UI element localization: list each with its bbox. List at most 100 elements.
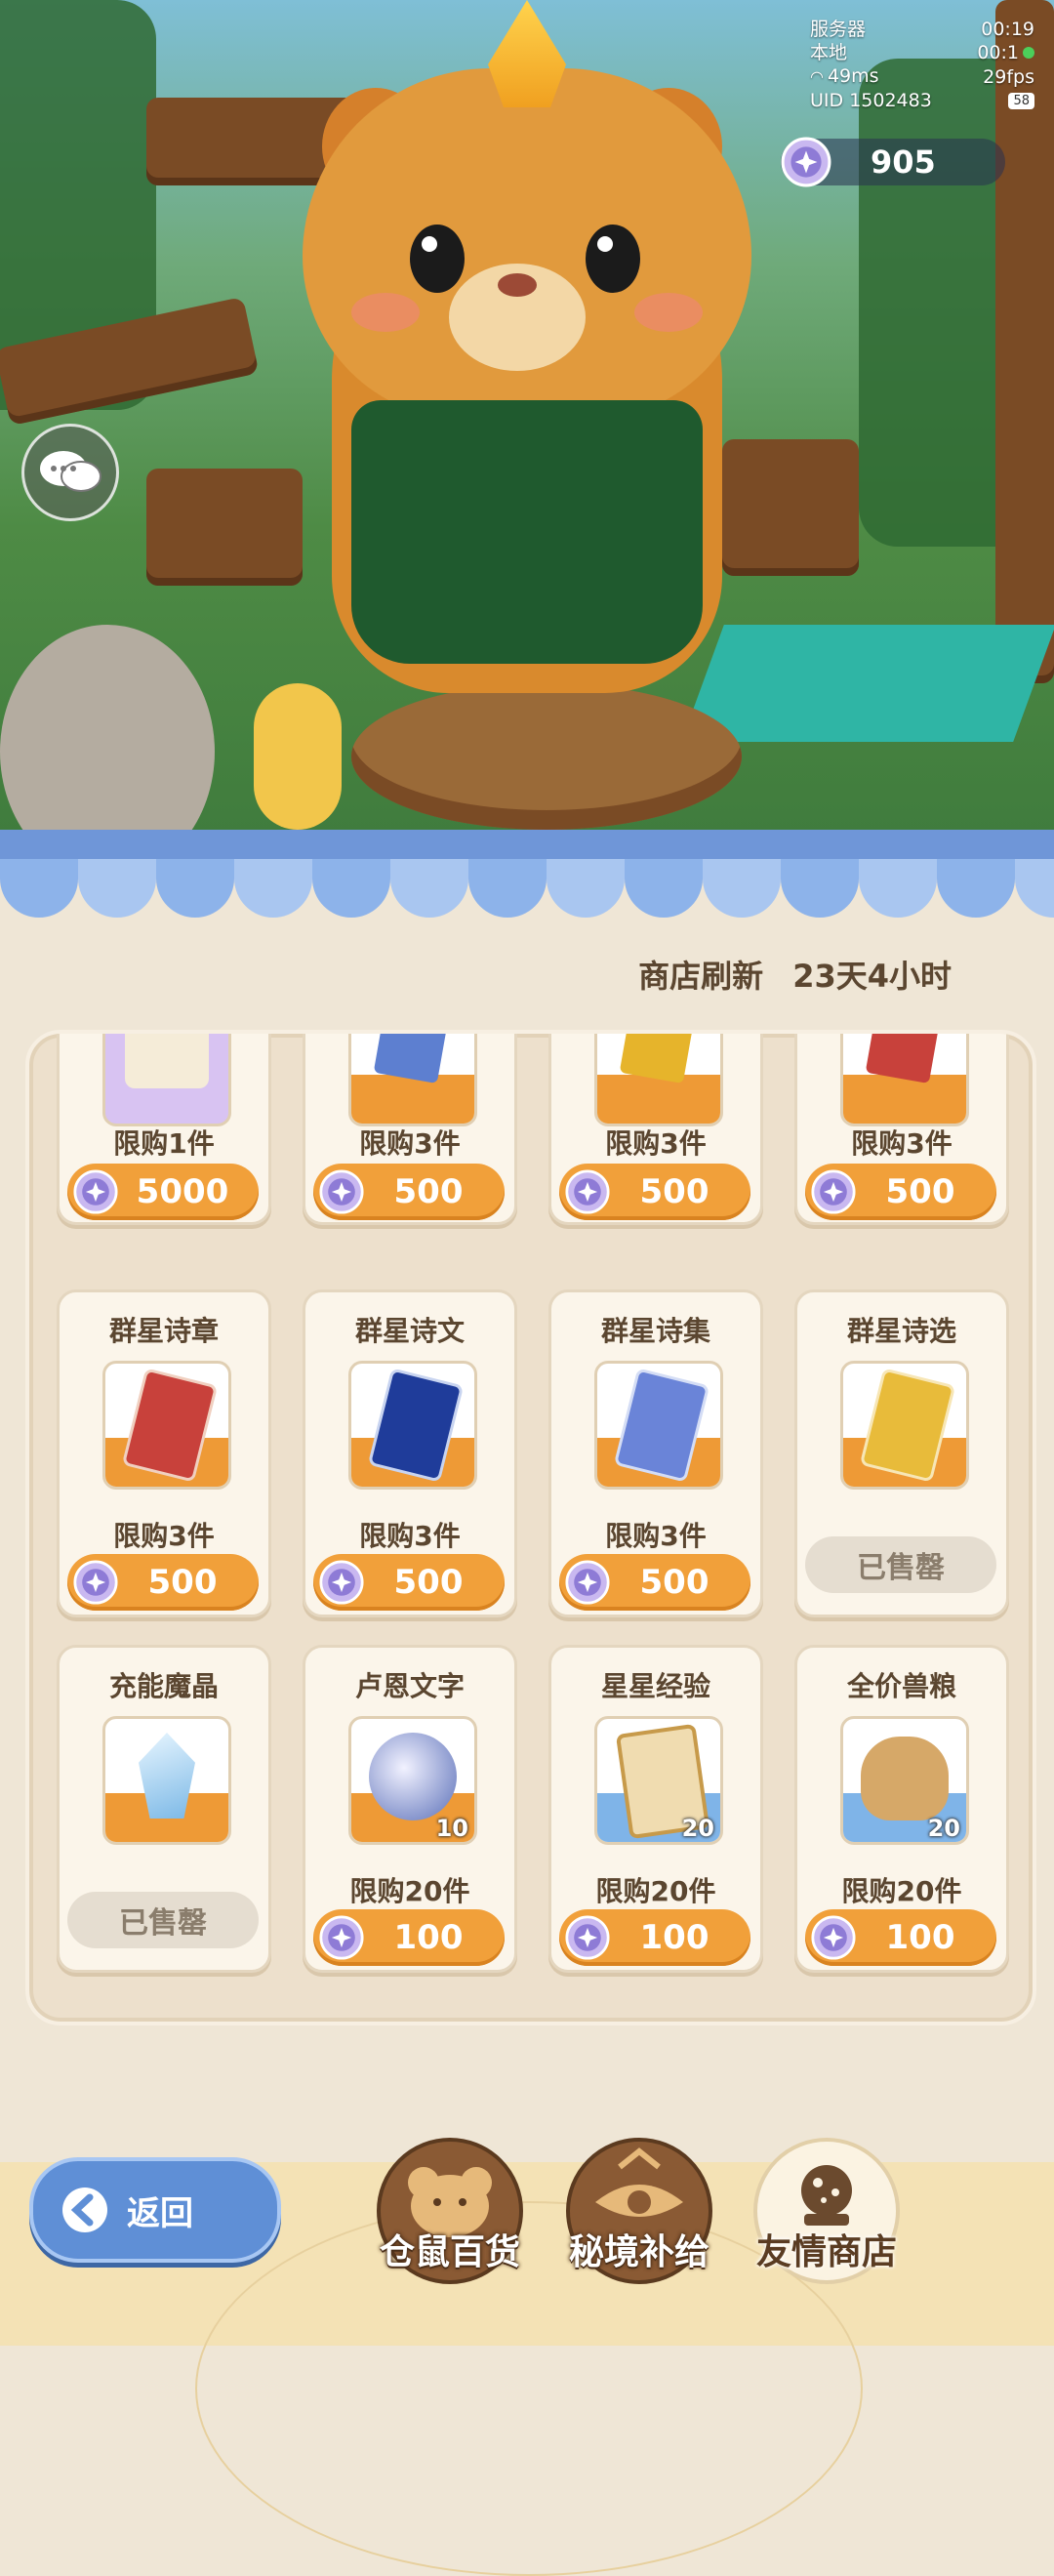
price-value: 500 xyxy=(639,1563,709,1602)
price-value: 500 xyxy=(639,1172,709,1211)
tab-label: 秘境补给 xyxy=(568,2232,709,2272)
tab-label: 友情商店 xyxy=(755,2232,897,2272)
hud-badge: 58 xyxy=(1008,92,1034,109)
shop-item-card[interactable]: 群星诗选 已售罄 xyxy=(794,1289,1009,1617)
purchase-limit: 限购1件 xyxy=(113,1127,215,1160)
price-value: 500 xyxy=(147,1563,218,1602)
purchase-limit: 限购3件 xyxy=(113,1520,215,1552)
shop-item-grid[interactable]: 限购1件 5000 限购3件 500 限购3件 500 限购3件 500 群星诗… xyxy=(25,1030,1036,2025)
uid-label: UID xyxy=(810,90,844,111)
star-coin-icon xyxy=(811,1169,856,1214)
buy-button[interactable]: 500 xyxy=(313,1554,505,1611)
star-coin-icon xyxy=(319,1560,364,1605)
server-label: 服务器 xyxy=(810,19,867,40)
price-value: 100 xyxy=(639,1918,709,1957)
item-name: 群星诗文 xyxy=(354,1315,465,1347)
shop-item-card[interactable]: 群星诗章 限购3件 500 xyxy=(57,1289,271,1617)
currency-display: 905 xyxy=(781,137,1005,187)
item-quantity: 20 xyxy=(927,1815,960,1842)
back-label: 返回 xyxy=(127,2193,193,2233)
star-coin-icon xyxy=(319,1915,364,1960)
shop-item-card[interactable]: 限购1件 5000 xyxy=(57,1034,271,1225)
back-button[interactable]: 返回 xyxy=(29,2157,281,2263)
item-quantity: 10 xyxy=(435,1815,468,1842)
buy-button[interactable]: 500 xyxy=(559,1164,750,1220)
status-dot-icon xyxy=(1023,47,1034,59)
uid-value: 1502483 xyxy=(849,90,932,111)
card-blue-icon xyxy=(348,1034,477,1126)
purchase-limit: 限购20件 xyxy=(595,1875,716,1907)
shop-item-card[interactable]: 群星诗集 限购3件 500 xyxy=(548,1289,763,1617)
buy-button[interactable]: 5000 xyxy=(67,1164,259,1220)
tab-label: 仓鼠百货 xyxy=(379,2232,520,2272)
currency-amount: 905 xyxy=(871,143,936,181)
buy-button[interactable]: 500 xyxy=(805,1164,996,1220)
sold-out-label: 已售罄 xyxy=(805,1536,996,1593)
purchase-limit: 限购20件 xyxy=(841,1875,962,1907)
tab-hamster-store[interactable]: 仓鼠百货 xyxy=(377,2138,523,2284)
buy-button[interactable]: 100 xyxy=(313,1909,505,1966)
refresh-label: 商店刷新 xyxy=(638,958,764,995)
shop-item-card[interactable]: 充能魔晶 已售罄 xyxy=(57,1645,271,1973)
buy-button[interactable]: 500 xyxy=(559,1554,750,1611)
item-name: 充能魔晶 xyxy=(108,1670,219,1702)
shop-item-card[interactable]: 星星经验 20 限购20件 100 xyxy=(548,1645,763,1973)
shop-awning xyxy=(0,830,1054,918)
buy-button[interactable]: 100 xyxy=(805,1909,996,1966)
star-coin-icon xyxy=(811,1915,856,1960)
shop-item-card[interactable]: 限购3件 500 xyxy=(548,1034,763,1225)
purchase-limit: 限购3件 xyxy=(359,1127,461,1160)
star-card-icon: 20 xyxy=(594,1716,723,1845)
card-periwinkle-icon xyxy=(594,1361,723,1490)
buy-button[interactable]: 500 xyxy=(67,1554,259,1611)
star-coin-icon xyxy=(565,1915,610,1960)
local-label: 本地 xyxy=(810,42,848,63)
back-arrow-icon xyxy=(59,2184,111,2236)
purchase-limit: 限购20件 xyxy=(349,1875,470,1907)
shop-item-card[interactable]: 全价兽粮 20 限购20件 100 xyxy=(794,1645,1009,1973)
shop-refresh-timer: 商店刷新 23天4小时 xyxy=(0,952,1054,997)
local-time: 00:1 xyxy=(977,42,1019,63)
star-coin-icon xyxy=(73,1169,118,1214)
ping-value: 49ms xyxy=(827,65,879,87)
tab-friendship-shop[interactable]: 友情商店 xyxy=(753,2138,900,2284)
chat-button[interactable] xyxy=(21,424,119,521)
server-time: 00:19 xyxy=(981,19,1034,40)
shop-item-card[interactable]: 群星诗文 限购3件 500 xyxy=(303,1289,517,1617)
item-name: 全价兽粮 xyxy=(846,1670,956,1702)
purchase-limit: 限购3件 xyxy=(605,1520,707,1552)
tab-secret-supply[interactable]: 秘境补给 xyxy=(566,2138,712,2284)
purchase-limit: 限购3件 xyxy=(851,1127,953,1160)
chat-bubble-icon xyxy=(40,451,101,492)
star-coin-icon xyxy=(73,1560,118,1605)
item-name: 卢恩文字 xyxy=(354,1670,465,1702)
card-yellow-icon xyxy=(840,1361,969,1490)
crystal-icon xyxy=(102,1716,231,1845)
price-value: 500 xyxy=(393,1563,464,1602)
shop-item-card[interactable]: 卢恩文字 10 限购20件 100 xyxy=(303,1645,517,1973)
shop-item-card[interactable]: 限购3件 500 xyxy=(303,1034,517,1225)
buy-button[interactable]: 500 xyxy=(313,1164,505,1220)
food-bag-icon: 20 xyxy=(840,1716,969,1845)
card-red-icon xyxy=(102,1361,231,1490)
purchase-limit: 限购3件 xyxy=(359,1520,461,1552)
item-name: 星星经验 xyxy=(600,1670,710,1702)
rune-orb-icon: 10 xyxy=(348,1716,477,1845)
price-value: 5000 xyxy=(136,1172,229,1211)
price-value: 100 xyxy=(393,1918,464,1957)
price-value: 500 xyxy=(885,1172,955,1211)
card-red-icon xyxy=(840,1034,969,1126)
shop-item-card[interactable]: 限购3件 500 xyxy=(794,1034,1009,1225)
star-coin-icon xyxy=(781,137,831,187)
buy-button[interactable]: 100 xyxy=(559,1909,750,1966)
star-coin-icon xyxy=(565,1169,610,1214)
game-scene xyxy=(0,0,1054,879)
item-name: 群星诗集 xyxy=(600,1315,710,1347)
item-name: 群星诗章 xyxy=(108,1315,219,1347)
card-gold-icon xyxy=(594,1034,723,1126)
card-navy-icon xyxy=(348,1361,477,1490)
scroll-icon xyxy=(102,1034,231,1126)
star-coin-icon xyxy=(319,1169,364,1214)
fps-value: 29fps xyxy=(983,65,1034,88)
network-hud: 服务器 00:19 本地 00:1 ◠ 49ms 29fps UID 1502483 58 xyxy=(810,18,1034,112)
